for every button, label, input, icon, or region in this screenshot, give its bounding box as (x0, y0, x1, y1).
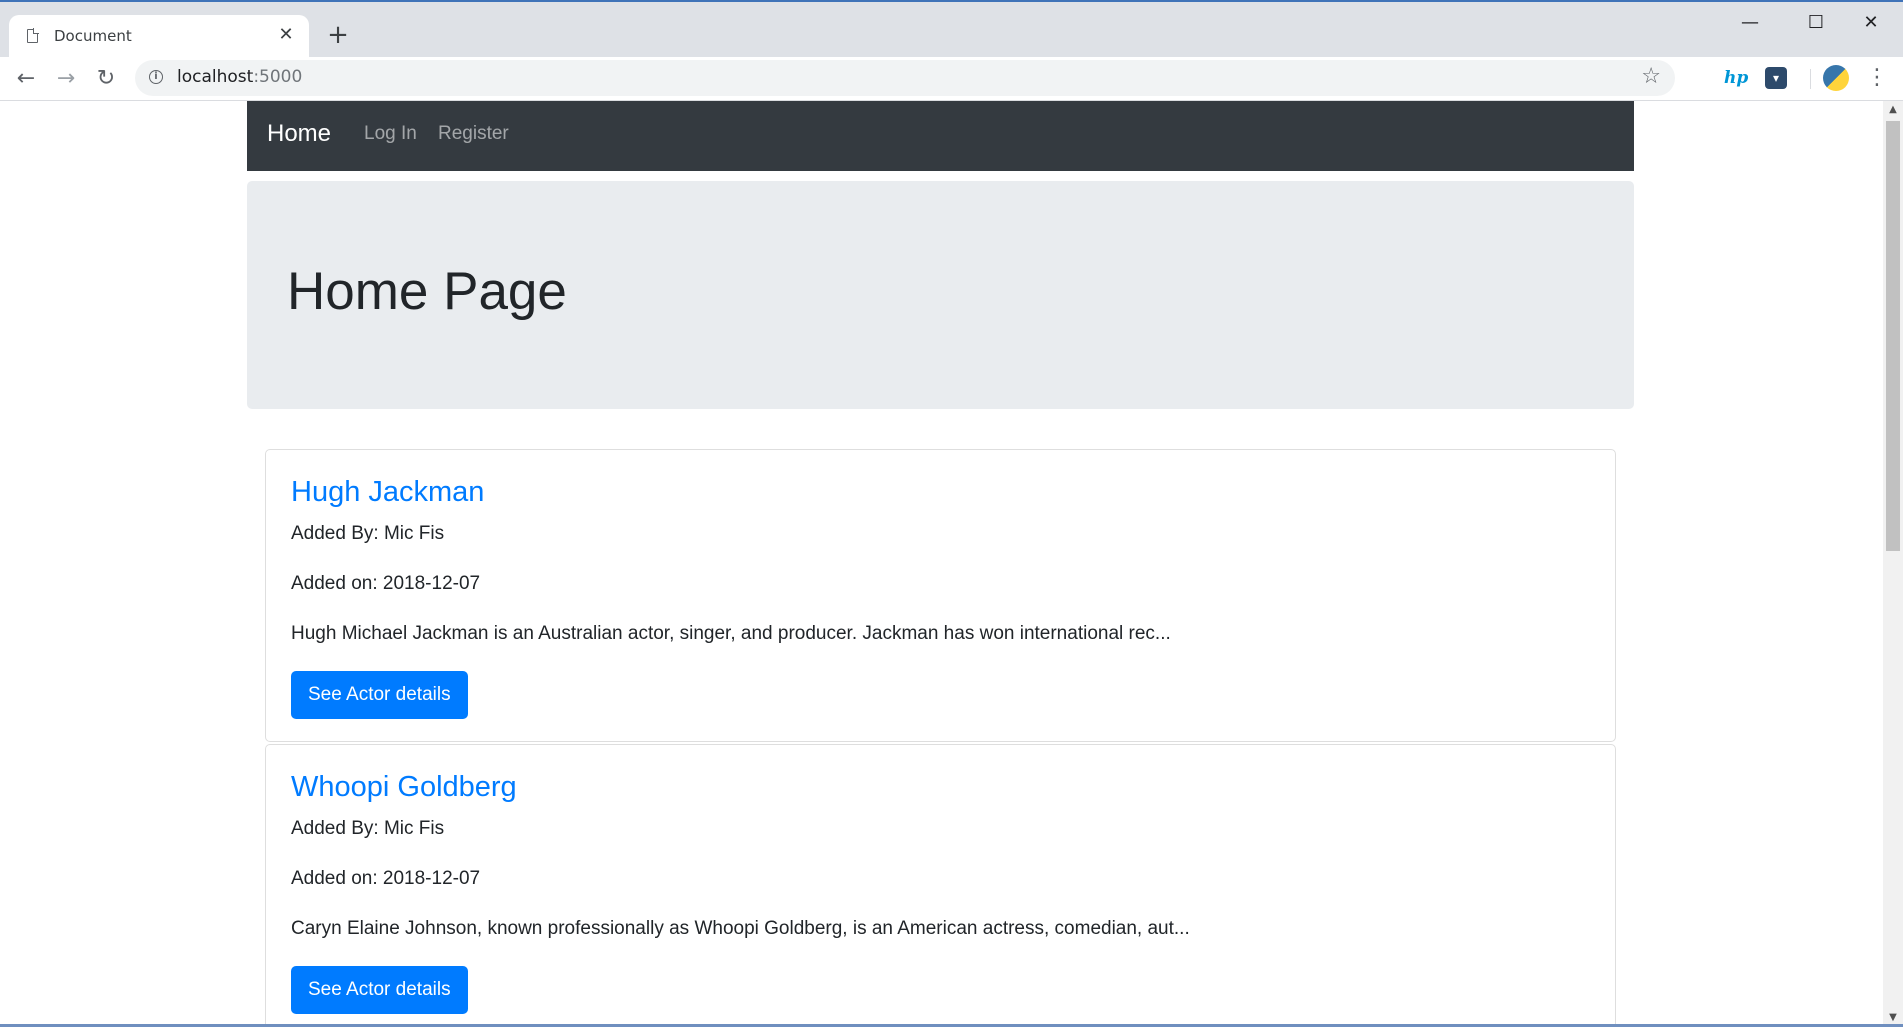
actor-added-by: Added By: Mic Fis (291, 818, 445, 839)
actor-added-on: Added on: 2018-12-07 (291, 868, 481, 889)
navbar: Home Log In Register (247, 101, 1634, 171)
document-icon (27, 28, 39, 43)
forward-button[interactable]: → (50, 63, 82, 95)
actor-name-link[interactable]: Whoopi Goldberg (291, 771, 517, 804)
navbar-brand-home[interactable]: Home (267, 120, 331, 148)
reload-button[interactable]: ↻ (90, 63, 122, 95)
actor-added-by: Added By: Mic Fis (291, 523, 445, 544)
actor-summary: Caryn Elaine Johnson, known professional… (291, 918, 1190, 939)
see-actor-details-button[interactable]: See Actor details (291, 966, 468, 1014)
browser-tab[interactable]: Document ✕ (9, 15, 309, 59)
new-tab-button[interactable]: + (324, 21, 352, 49)
info-icon[interactable]: i (149, 70, 163, 84)
toolbar-divider (1810, 69, 1811, 89)
actor-name-link[interactable]: Hugh Jackman (291, 476, 484, 509)
address-bar[interactable]: i localhost:5000 ☆ (135, 60, 1675, 96)
browser-menu-icon[interactable]: ⋮ (1866, 65, 1888, 90)
close-window-button[interactable]: ✕ (1848, 8, 1894, 38)
actor-added-on: Added on: 2018-12-07 (291, 573, 481, 594)
tab-title: Document (54, 27, 132, 45)
browser-toolbar: ← → ↻ i localhost:5000 ☆ hp ▾ ⋮ (0, 57, 1903, 101)
maximize-button[interactable]: ☐ (1793, 8, 1839, 38)
nav-login-link[interactable]: Log In (364, 123, 417, 145)
see-actor-details-button[interactable]: See Actor details (291, 671, 468, 719)
minimize-button[interactable]: — (1727, 8, 1773, 38)
bookmark-star-icon[interactable]: ☆ (1641, 64, 1661, 89)
extension-icon[interactable]: ▾ (1765, 67, 1787, 89)
actor-card-list: Hugh Jackman Added By: Mic Fis Added on:… (265, 449, 1616, 1027)
scrollbar-thumb[interactable] (1886, 121, 1900, 551)
vertical-scrollbar[interactable]: ▲ ▼ (1883, 101, 1903, 1027)
browser-titlebar: Document ✕ + — ☐ ✕ (0, 0, 1903, 59)
nav-register-link[interactable]: Register (438, 123, 509, 145)
actor-summary: Hugh Michael Jackman is an Australian ac… (291, 623, 1171, 644)
page-container: Home Log In Register Home Page Hugh Jack… (247, 101, 1634, 1027)
page-viewport: Home Log In Register Home Page Hugh Jack… (0, 101, 1883, 1027)
tab-close-icon[interactable]: ✕ (275, 24, 297, 46)
page-title: Home Page (287, 262, 567, 321)
back-button[interactable]: ← (10, 63, 42, 95)
actor-card: Hugh Jackman Added By: Mic Fis Added on:… (265, 449, 1616, 742)
jumbotron: Home Page (247, 181, 1634, 409)
url-text[interactable]: localhost:5000 (177, 67, 302, 87)
actor-card: Whoopi Goldberg Added By: Mic Fis Added … (265, 744, 1616, 1027)
scroll-up-arrow-icon[interactable]: ▲ (1883, 101, 1903, 119)
profile-avatar-icon[interactable] (1823, 65, 1849, 91)
hp-extension-icon[interactable]: hp (1724, 66, 1748, 90)
